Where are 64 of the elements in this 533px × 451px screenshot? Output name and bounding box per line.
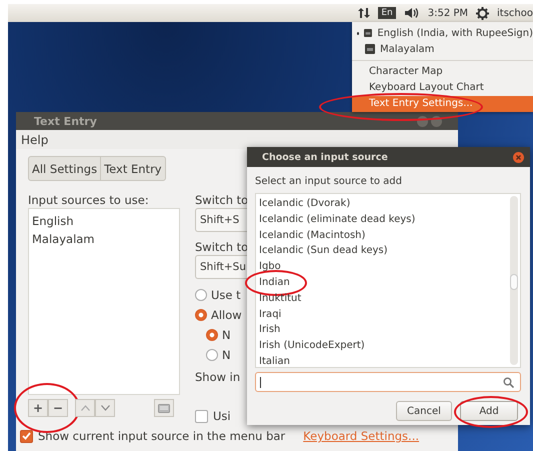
list-item[interactable]: Italian	[259, 354, 290, 370]
close-icon[interactable]	[513, 152, 524, 162]
radio-button[interactable]	[206, 328, 218, 340]
list-item[interactable]: Irish (UnicodeExpert)	[259, 338, 365, 354]
move-up-button[interactable]	[75, 399, 95, 417]
keyboard-icon[interactable]	[158, 404, 170, 412]
section-label: Input sources to use:	[28, 193, 150, 206]
minimize-icon[interactable]	[417, 116, 428, 126]
remove-button[interactable]: −	[48, 399, 68, 417]
list-item[interactable]: English	[32, 212, 176, 230]
list-item[interactable]: Icelandic (Macintosh)	[259, 228, 366, 244]
radio-button[interactable]	[206, 348, 218, 360]
list-item[interactable]: Iraqi	[259, 306, 282, 322]
breadcrumb-button[interactable]: Text Entry	[101, 157, 165, 180]
close-icon[interactable]	[431, 116, 442, 126]
list-item[interactable]: Irish	[259, 322, 280, 338]
keyboard-indicator[interactable]: En	[378, 7, 396, 19]
keyboard-layout-button[interactable]	[154, 399, 174, 417]
list-item[interactable]: Icelandic (eliminate dead keys)	[259, 212, 416, 228]
network-icon[interactable]	[358, 7, 370, 19]
list-item[interactable]: Malayalam	[32, 230, 176, 248]
scrollbar-thumb[interactable]	[510, 274, 518, 290]
radio-button[interactable]	[195, 308, 207, 320]
list-item[interactable]: Icelandic (Sun dead keys)	[259, 243, 388, 260]
shortcut-field[interactable]: Shift+S	[195, 208, 247, 232]
checkbox[interactable]	[20, 430, 33, 442]
checkbox-label: Usi	[213, 409, 231, 423]
gear-icon[interactable]	[476, 6, 490, 20]
radio-label: Allow	[211, 308, 242, 322]
radio-label: Use t	[211, 288, 241, 302]
shortcut-field[interactable]: Shift+Su	[195, 255, 247, 279]
radio-label: N	[222, 348, 231, 362]
breadcrumb-button[interactable]: All Settings	[29, 157, 102, 180]
scrollbar[interactable]	[510, 196, 518, 365]
move-down-button[interactable]	[95, 399, 115, 417]
search-icon[interactable]	[503, 376, 514, 388]
dialog-title: Choose an input source	[262, 152, 388, 162]
list-item[interactable]: Inuktitut	[259, 290, 302, 307]
add-button[interactable]: +	[28, 399, 48, 417]
search-field[interactable]	[255, 372, 521, 392]
user-name[interactable]: itschoo	[497, 8, 533, 18]
list-item[interactable]: Indian	[259, 274, 290, 291]
list-item[interactable]: Icelandic (Dvorak)	[259, 196, 350, 212]
radio-label: N	[222, 328, 231, 342]
menu-item[interactable]: Malayalam	[380, 44, 434, 54]
text-cursor	[260, 376, 261, 388]
checkbox[interactable]	[195, 410, 208, 422]
menu-item[interactable]: Keyboard Layout Chart	[352, 80, 533, 96]
dialog-button[interactable]: Add	[460, 401, 518, 421]
window-title: Text Entry	[34, 114, 97, 128]
menu-item[interactable]: Character Map	[352, 64, 533, 80]
section-label: Show in	[195, 370, 242, 383]
dialog-button[interactable]: Cancel	[396, 401, 452, 421]
chevron-up-icon[interactable]	[80, 405, 90, 411]
checkmark-icon[interactable]	[22, 432, 31, 440]
keyboard-badge-icon[interactable]	[364, 28, 372, 38]
list-item[interactable]: Igbo	[259, 259, 281, 275]
radio-button[interactable]	[195, 288, 207, 300]
volume-icon[interactable]	[404, 7, 420, 19]
menu-item[interactable]: English (India, with RupeeSign)	[377, 28, 533, 38]
menu-item[interactable]: Help	[21, 132, 48, 146]
chevron-down-icon[interactable]	[100, 405, 110, 411]
dialog-prompt: Select an input source to add	[255, 176, 404, 187]
clock[interactable]: 3:52 PM	[428, 8, 468, 18]
